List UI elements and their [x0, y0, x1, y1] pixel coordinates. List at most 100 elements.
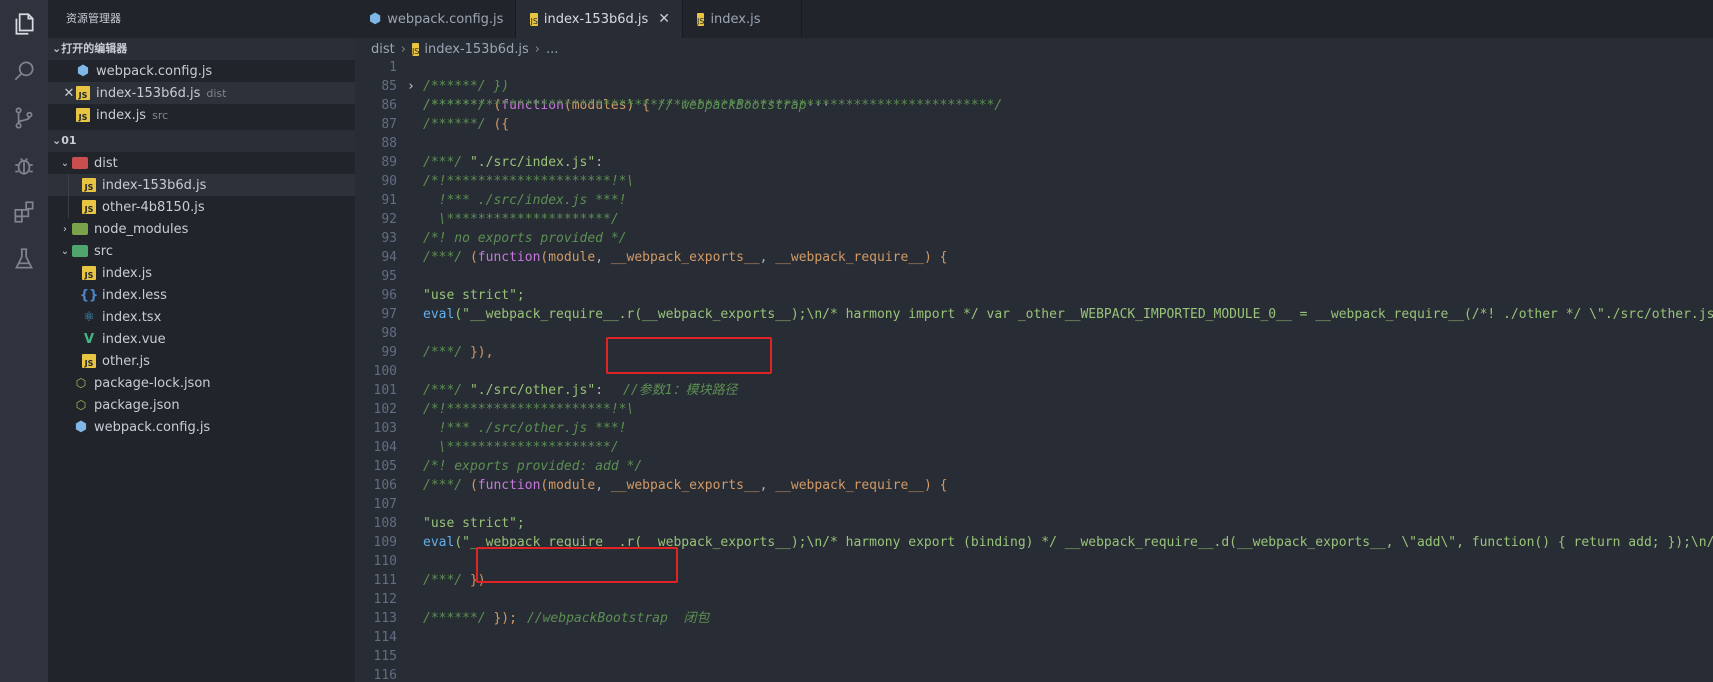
tree-label: index.vue	[102, 331, 166, 347]
code-line: /******/ });//webpackBootstrap 闭包	[423, 611, 710, 626]
webpack-icon: ⬢	[74, 419, 88, 435]
code-line: eval("__webpack_require__.r(__webpack_ex…	[423, 307, 1713, 322]
tree-file[interactable]: V index.vue	[48, 328, 355, 350]
code-line: /******/ ({	[423, 117, 510, 132]
project-header[interactable]: ⌄ 01	[48, 130, 355, 152]
js-icon: JS	[82, 354, 96, 368]
node-json-icon: ⬡	[75, 398, 87, 412]
code-line: "use strict";	[423, 516, 525, 531]
tab-index-js[interactable]: JS index.js	[683, 0, 802, 38]
js-icon: JS	[82, 266, 96, 280]
tree-file[interactable]: JS index.js	[48, 262, 355, 284]
chevron-down-icon: ⌄	[52, 134, 62, 147]
tree-folder-node-modules[interactable]: › node_modules	[48, 218, 355, 240]
breadcrumb-file[interactable]: index-153b6d.js	[424, 42, 528, 57]
chevron-down-icon: ⌄	[52, 42, 62, 55]
code-line: \*********************/	[423, 212, 619, 227]
open-editor-hint: dist	[206, 86, 227, 100]
code-line: /***************************************…	[423, 98, 1003, 113]
open-editor-item[interactable]: ⬢ webpack.config.js	[48, 60, 355, 82]
code-line: !*** ./src/other.js ***!	[423, 421, 627, 436]
js-icon: JS	[82, 200, 96, 214]
tree-file[interactable]: ⬡ package-lock.json	[48, 372, 355, 394]
js-icon: JS	[530, 12, 538, 26]
chevron-down-icon: ⌄	[60, 245, 70, 257]
webpack-icon: ⬢	[369, 11, 382, 27]
node-json-icon: ⬡	[75, 376, 87, 390]
chevron-right-icon: ›	[400, 41, 406, 57]
folder-icon	[72, 157, 88, 169]
close-icon[interactable]: ✕	[658, 11, 670, 27]
annotation-bootstrap-closure: //webpackBootstrap 闭包	[526, 611, 710, 626]
js-icon: JS	[411, 42, 420, 56]
tree-folder-src[interactable]: ⌄ src	[48, 240, 355, 262]
search-icon[interactable]	[8, 55, 40, 87]
breadcrumb-more[interactable]: ...	[546, 42, 558, 57]
highlight-box-bootstrap	[476, 547, 678, 583]
explorer-title: 资源管理器	[66, 12, 121, 25]
chevron-right-icon: ›	[63, 223, 67, 235]
open-editors-header[interactable]: ⌄ 打开的编辑器	[48, 38, 355, 60]
tab-label: webpack.config.js	[387, 11, 504, 27]
code-line: /*!*********************!*\	[423, 174, 635, 189]
code-line: /***/ (function(module, __webpack_export…	[423, 250, 948, 265]
close-icon[interactable]: ✕	[62, 86, 76, 101]
webpack-icon: ⬢	[76, 63, 90, 79]
open-editors-label: 打开的编辑器	[61, 42, 128, 55]
open-editor-item[interactable]: JS index.js src	[48, 104, 355, 126]
code-line: /*! no exports provided */	[423, 231, 627, 246]
tree-label: index.less	[102, 287, 167, 303]
tree-label: src	[94, 243, 113, 259]
tree-label: index-153b6d.js	[102, 177, 207, 193]
tree-file[interactable]: JS index-153b6d.js	[48, 174, 355, 196]
breadcrumb-folder[interactable]: dist	[371, 42, 395, 57]
open-editor-item[interactable]: ✕ JS index-153b6d.js dist	[48, 82, 355, 104]
code-line: /***/ }),	[423, 345, 494, 360]
tab-index-153b6d[interactable]: JS index-153b6d.js ✕	[516, 0, 683, 38]
tree-label: other-4b8150.js	[102, 199, 205, 215]
js-icon: JS	[76, 108, 90, 122]
code-line: !*** ./src/index.js ***!	[423, 193, 627, 208]
source-control-icon[interactable]	[8, 102, 40, 134]
extensions-icon[interactable]	[8, 196, 40, 228]
tree-label: index.js	[102, 265, 153, 281]
line-number: 115	[373, 649, 397, 664]
tab-webpack-config[interactable]: ⬢ webpack.config.js	[355, 0, 517, 38]
editor-tabs: ⬢ webpack.config.js JS index-153b6d.js ✕…	[355, 0, 1713, 38]
tree-label: index.tsx	[102, 309, 162, 325]
tree-label: dist	[94, 155, 118, 171]
js-icon: JS	[76, 86, 90, 100]
highlight-box-module-path	[606, 337, 772, 374]
tree-file[interactable]: {} index.less	[48, 284, 355, 306]
open-editor-hint: src	[152, 108, 169, 122]
debug-icon[interactable]	[8, 149, 40, 181]
tree-file[interactable]: ⬢ webpack.config.js	[48, 416, 355, 438]
tree-label: webpack.config.js	[94, 419, 211, 435]
testing-icon[interactable]	[8, 243, 40, 275]
tab-label: index.js	[710, 11, 761, 27]
explorer-icon[interactable]	[8, 8, 40, 40]
tree-file[interactable]: ⚛ index.tsx	[48, 306, 355, 328]
js-icon: JS	[697, 12, 705, 26]
folder-icon	[72, 223, 88, 235]
code-line: \*********************/	[423, 440, 619, 455]
line-number: 100	[373, 364, 397, 379]
tree-folder-dist[interactable]: ⌄ dist	[48, 152, 355, 174]
tree-file[interactable]: JS other.js	[48, 350, 355, 372]
open-editor-name: webpack.config.js	[96, 63, 213, 79]
breadcrumb: dist › JS index-153b6d.js › ...	[355, 38, 1713, 60]
line-number: 114	[373, 630, 397, 645]
chevron-right-icon: ›	[534, 41, 540, 57]
project-label: 01	[61, 134, 77, 147]
code-line: /******/ })	[423, 79, 510, 94]
code-line: /***/ (function(module, __webpack_export…	[423, 478, 948, 493]
react-icon: ⚛	[83, 309, 95, 325]
code-line: "use strict";	[423, 288, 525, 303]
line-number: 110	[373, 554, 397, 569]
js-icon: JS	[82, 178, 96, 192]
code-line: /***/ "./src/other.js"://参数1：模块路径	[423, 383, 738, 398]
open-editor-name: index.js	[96, 107, 147, 123]
tree-file[interactable]: ⬡ package.json	[48, 394, 355, 416]
code-editor[interactable]: 1 85 86 87 88 89 90 91 92 93 94 95 96 97 98 99 100 101 102…	[355, 58, 1713, 682]
tree-file[interactable]: JS other-4b8150.js	[48, 196, 355, 218]
